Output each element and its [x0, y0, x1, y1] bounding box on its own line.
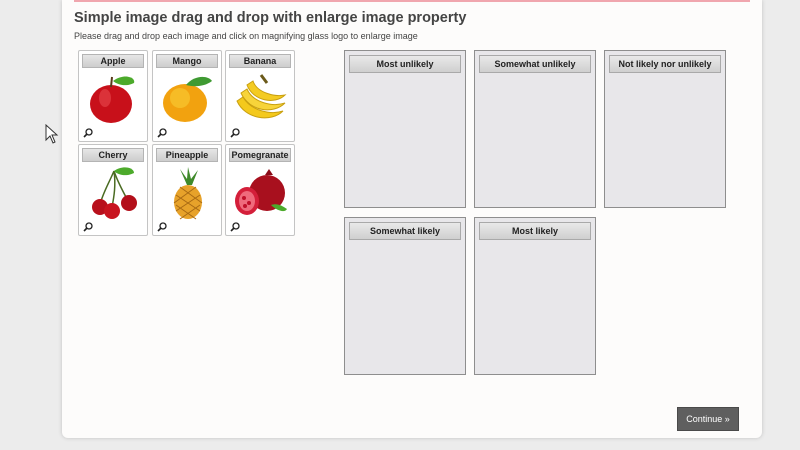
cherry-image: [92, 167, 137, 219]
image-card-pomegranate[interactable]: Pomegranate: [225, 144, 295, 236]
bucket-label: Somewhat likely: [349, 222, 461, 240]
drop-bucket-most-likely[interactable]: Most likely: [474, 217, 596, 375]
image-card-cherry[interactable]: Cherry: [78, 144, 148, 236]
image-card-apple[interactable]: Apple: [78, 50, 148, 142]
pineapple-image: [173, 167, 203, 220]
image-card-label: Banana: [229, 54, 291, 68]
pomegranate-image: [235, 169, 287, 215]
magnifying-glass-icon[interactable]: [230, 222, 240, 232]
bucket-label: Most unlikely: [349, 55, 461, 73]
magnifying-glass-icon[interactable]: [83, 128, 93, 138]
magnifying-glass-icon[interactable]: [83, 222, 93, 232]
image-card-label: Cherry: [82, 148, 144, 162]
image-card-pineapple[interactable]: Pineapple: [152, 144, 222, 236]
apple-image: [90, 76, 135, 123]
drop-bucket-most-unlikely[interactable]: Most unlikely: [344, 50, 466, 208]
bucket-label: Most likely: [479, 222, 591, 240]
page-instructions: Please drag and drop each image and clic…: [74, 31, 418, 41]
image-card-label: Mango: [156, 54, 218, 68]
page-title: Simple image drag and drop with enlarge …: [74, 10, 467, 26]
magnifying-glass-icon[interactable]: [157, 128, 167, 138]
mango-image: [163, 76, 212, 122]
bucket-label: Somewhat unlikely: [479, 55, 591, 73]
magnifying-glass-icon[interactable]: [157, 222, 167, 232]
image-card-mango[interactable]: Mango: [152, 50, 222, 142]
drop-bucket-somewhat-unlikely[interactable]: Somewhat unlikely: [474, 50, 596, 208]
drop-bucket-somewhat-likely[interactable]: Somewhat likely: [344, 217, 466, 375]
image-card-label: Pineapple: [156, 148, 218, 162]
drop-bucket-not-likely-nor-unlikely[interactable]: Not likely nor unlikely: [604, 50, 726, 208]
survey-panel: Simple image drag and drop with enlarge …: [62, 0, 762, 438]
image-card-label: Apple: [82, 54, 144, 68]
magnifying-glass-icon[interactable]: [230, 128, 240, 138]
image-card-label: Pomegranate: [229, 148, 291, 162]
mouse-pointer-icon: [45, 124, 59, 144]
banana-image: [236, 74, 287, 119]
accent-bar: [74, 0, 750, 2]
continue-button[interactable]: Continue »: [677, 407, 739, 431]
image-card-banana[interactable]: Banana: [225, 50, 295, 142]
bucket-label: Not likely nor unlikely: [609, 55, 721, 73]
